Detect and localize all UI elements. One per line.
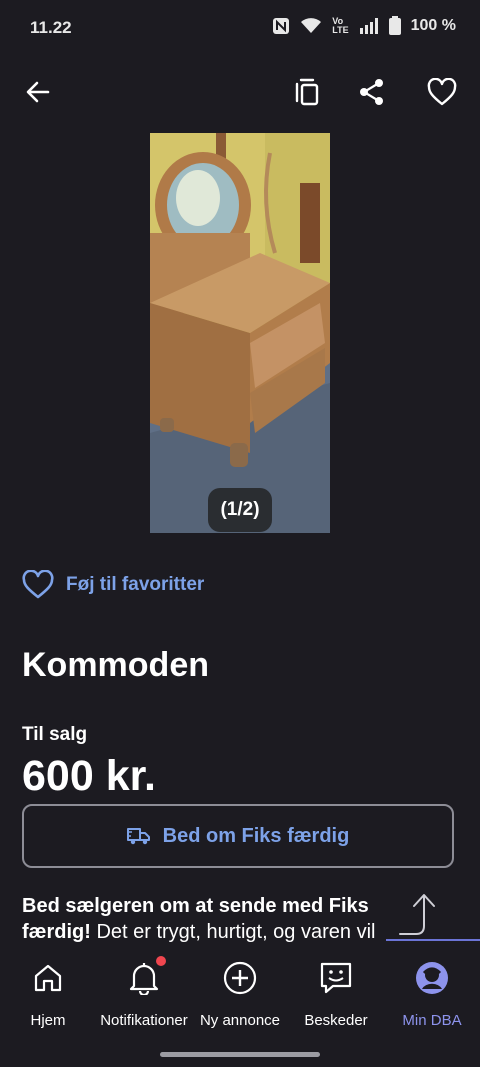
home-icon: [34, 964, 62, 992]
listing-title: Kommoden: [22, 646, 209, 684]
delivery-truck-icon: [126, 828, 150, 845]
volte-icon: Vo LTE: [332, 15, 349, 35]
back-button[interactable]: [20, 74, 56, 110]
fiks-button-label: Bed om Fiks færdig: [162, 824, 350, 847]
heart-icon: [427, 78, 457, 106]
favorite-toolbar-button[interactable]: [424, 74, 460, 110]
battery-icon: [388, 16, 401, 35]
notification-dot: [156, 956, 166, 966]
arrow-up-icon: [399, 894, 435, 935]
nav-item-notifications[interactable]: Notifikationer: [96, 956, 192, 1038]
status-time: 11.22: [30, 18, 72, 37]
nav-label-my-dba: Min DBA: [402, 1012, 462, 1029]
share-icon: [360, 79, 383, 105]
back-arrow-icon: [26, 81, 50, 103]
status-icons: Vo LTE 100 %: [272, 16, 456, 35]
profile-icon: [416, 962, 448, 994]
nav-item-home[interactable]: Hjem: [0, 958, 96, 1038]
nav-item-messages[interactable]: Beskeder: [288, 958, 384, 1038]
battery-percent: 100 %: [410, 16, 456, 34]
toolbar: [0, 64, 480, 120]
listing-photo[interactable]: (1/2): [150, 133, 330, 533]
nfc-icon: [272, 17, 290, 35]
nav-item-my-dba[interactable]: Min DBA: [384, 958, 480, 1038]
dresser-photo: [150, 133, 330, 533]
bell-icon: [129, 963, 159, 995]
copy-button[interactable]: [290, 74, 326, 110]
nav-item-new-listing[interactable]: Ny annonce: [192, 958, 288, 1038]
scroll-indicator: [386, 939, 480, 941]
chat-icon: [320, 962, 352, 994]
nav-label-messages: Beskeder: [304, 1012, 368, 1029]
nav-label-home: Hjem: [30, 1012, 66, 1029]
price: 600 kr.: [22, 752, 156, 800]
sale-type: Til salg: [22, 724, 88, 745]
bottom-navigation: Hjem Notifikationer Ny annonce Beskeder …: [0, 944, 480, 1067]
fiks-description: Bed sælgeren om at sende med Fiks færdig…: [22, 893, 402, 945]
copy-icon: [295, 78, 319, 106]
share-button[interactable]: [354, 74, 390, 110]
heart-icon: [22, 570, 54, 599]
signal-icon: [359, 17, 379, 34]
plus-circle-icon: [223, 961, 257, 995]
description-text: Det er trygt, hurtigt, og varen vil: [90, 921, 376, 943]
fiks-faerdig-button[interactable]: Bed om Fiks færdig: [22, 804, 454, 868]
favorite-label: Føj til favoritter: [66, 574, 205, 595]
home-indicator[interactable]: [160, 1052, 320, 1057]
add-to-favorites-link[interactable]: Føj til favoritter: [22, 570, 204, 600]
wifi-icon: [300, 17, 322, 35]
scroll-to-top-button[interactable]: [398, 890, 444, 940]
nav-label-notifications: Notifikationer: [100, 1012, 188, 1029]
nav-label-new-listing: Ny annonce: [199, 1012, 281, 1029]
photo-counter: (1/2): [208, 488, 272, 532]
status-bar: 11.22 Vo LTE 100 %: [0, 0, 480, 56]
